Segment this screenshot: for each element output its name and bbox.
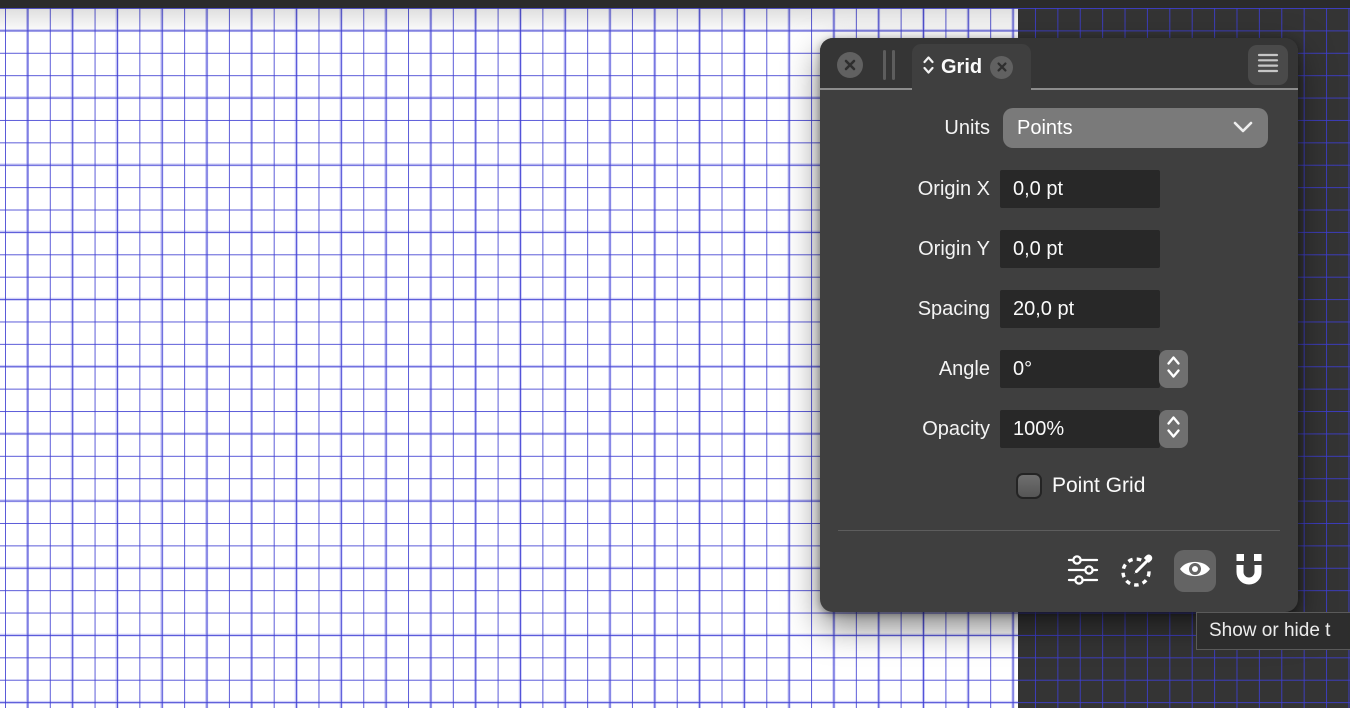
header-separator [820,88,1298,90]
chevron-up-down-icon [922,55,935,80]
grid-settings-button[interactable] [1063,552,1103,592]
opacity-field[interactable]: 100% [1000,410,1160,448]
spacing-label: Spacing [820,290,990,328]
stepper-up-down-icon [1165,354,1182,385]
spacing-field[interactable]: 20,0 pt [1000,290,1160,328]
chevron-down-icon [1232,117,1254,140]
close-icon [843,58,857,72]
artboard-top-shadow [0,8,1018,34]
angle-field[interactable]: 0° [1000,350,1160,388]
origin-y-label: Origin Y [820,230,990,268]
opacity-label: Opacity [820,410,990,448]
adjust-sliders-icon [1066,553,1100,592]
angle-label: Angle [820,350,990,388]
tab-grid[interactable]: Grid [912,44,1031,90]
stepper-up-down-icon [1165,414,1182,445]
tooltip: Show or hide t [1196,612,1350,650]
origin-x-field[interactable]: 0,0 pt [1000,170,1160,208]
isometric-grid-button[interactable] [1115,550,1159,594]
toolbar-separator [838,530,1280,531]
grid-panel-header [820,38,1298,88]
panel-drag-divider[interactable] [883,50,896,80]
angle-dial-pen-icon [1116,549,1158,596]
angle-stepper[interactable] [1159,350,1188,388]
close-icon [996,61,1008,73]
opacity-stepper[interactable] [1159,410,1188,448]
show-hide-grid-button[interactable] [1174,550,1216,592]
panel-menu-button[interactable] [1248,45,1288,85]
panel-close-button[interactable] [837,52,863,78]
units-dropdown[interactable]: Points [1003,108,1268,148]
point-grid-checkbox[interactable] [1016,473,1042,499]
magnet-icon [1233,553,1265,592]
snap-to-grid-button[interactable] [1229,552,1269,592]
origin-y-field[interactable]: 0,0 pt [1000,230,1160,268]
eye-icon [1178,556,1212,587]
grid-panel: Grid Units Points Origin X 0,0 pt Origin… [820,38,1298,612]
point-grid-label: Point Grid [1052,467,1145,505]
panel-title: Grid [941,56,982,79]
tab-close-button[interactable] [990,56,1013,79]
units-label: Units [820,109,990,147]
window-top-strip [0,0,1350,8]
origin-x-label: Origin X [820,170,990,208]
hamburger-menu-icon [1256,51,1280,80]
units-dropdown-value: Points [1017,117,1232,140]
